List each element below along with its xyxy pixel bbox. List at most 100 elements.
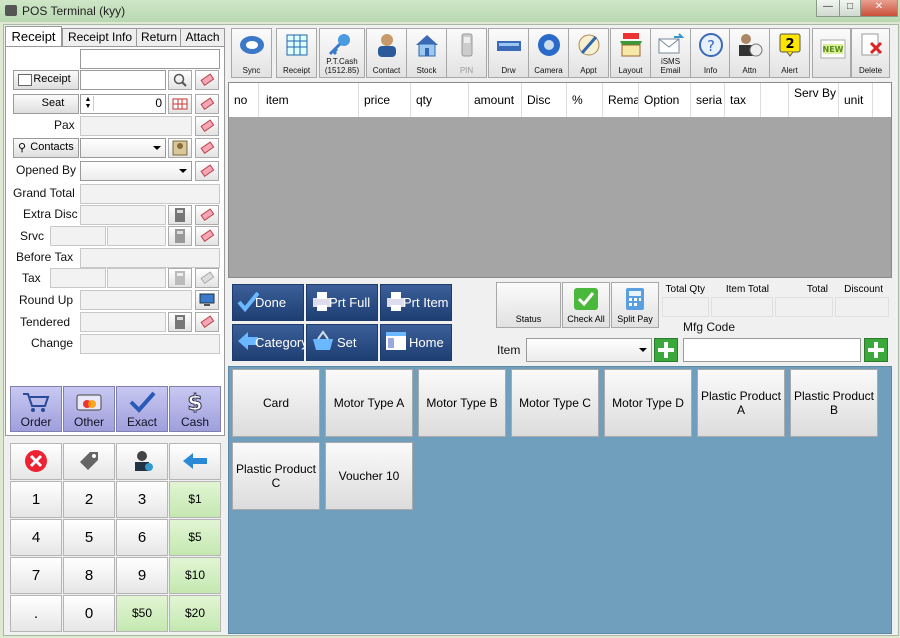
column-header-tax[interactable]: tax xyxy=(725,83,761,117)
calculator-icon[interactable] xyxy=(168,226,192,246)
product-plastic-product-b[interactable]: Plastic Product B xyxy=(790,369,878,437)
order-button[interactable]: Order xyxy=(10,386,62,432)
new-button[interactable]: NEW xyxy=(812,28,851,78)
product-voucher-10[interactable]: Voucher 10 xyxy=(325,442,413,510)
column-header-remark[interactable]: Rema xyxy=(603,83,639,117)
tab-receipt[interactable]: Receipt xyxy=(5,26,62,47)
key-5-dollar[interactable]: $5 xyxy=(169,519,221,556)
product-plastic-product-c[interactable]: Plastic Product C xyxy=(232,442,320,510)
eraser-icon[interactable] xyxy=(195,205,219,225)
add-mfg-code-plus-icon[interactable] xyxy=(864,338,888,362)
product-motor-type-d[interactable]: Motor Type D xyxy=(604,369,692,437)
column-header-option[interactable]: Option xyxy=(639,83,691,117)
pax-field[interactable] xyxy=(80,116,192,136)
alert-button[interactable]: 2 Alert xyxy=(769,28,810,78)
calculator-icon[interactable] xyxy=(168,312,192,332)
key-9[interactable]: 9 xyxy=(116,557,168,594)
receipt-number-field[interactable] xyxy=(80,70,166,90)
column-header-unit[interactable]: unit xyxy=(839,83,873,117)
key-10-dollar[interactable]: $10 xyxy=(169,557,221,594)
contact-toolbar-button[interactable]: Contact xyxy=(366,28,407,78)
product-motor-type-b[interactable]: Motor Type B xyxy=(418,369,506,437)
key-50-dollar[interactable]: $50 xyxy=(116,595,168,632)
column-header-qty[interactable]: qty xyxy=(411,83,469,117)
seat-stepper[interactable]: ▲ ▼ 0 xyxy=(80,94,166,114)
stepper-arrows-icon[interactable]: ▲ ▼ xyxy=(83,96,94,111)
info-button[interactable]: ? Info xyxy=(690,28,731,78)
isms-email-button[interactable]: iSMS Email xyxy=(650,28,691,78)
eraser-icon[interactable] xyxy=(195,116,219,136)
column-header-item[interactable]: item xyxy=(261,83,359,117)
receipt-button[interactable]: Receipt xyxy=(13,70,79,90)
opened-by-dropdown[interactable] xyxy=(80,161,192,181)
exact-button[interactable]: Exact xyxy=(116,386,168,432)
status-button[interactable]: Status xyxy=(496,282,561,328)
product-card[interactable]: Card xyxy=(232,369,320,437)
key-2[interactable]: 2 xyxy=(63,481,115,518)
key-decimal[interactable]: . xyxy=(10,595,62,632)
column-header-percent[interactable]: % xyxy=(567,83,603,117)
tab-receipt-info[interactable]: Receipt Info xyxy=(62,28,138,47)
item-dropdown[interactable] xyxy=(526,338,652,362)
eraser-icon[interactable] xyxy=(195,312,219,332)
extra-disc-field[interactable] xyxy=(80,205,166,225)
monitor-icon[interactable] xyxy=(195,290,219,310)
maximize-button[interactable]: □ xyxy=(839,0,861,17)
key-0[interactable]: 0 xyxy=(63,595,115,632)
appointment-button[interactable]: Appt xyxy=(568,28,609,78)
search-icon[interactable] xyxy=(168,70,192,90)
layout-button[interactable]: Layout xyxy=(610,28,651,78)
cashier-key[interactable] xyxy=(116,443,168,480)
product-motor-type-a[interactable]: Motor Type A xyxy=(325,369,413,437)
product-motor-type-c[interactable]: Motor Type C xyxy=(511,369,599,437)
eraser-icon[interactable] xyxy=(195,161,219,181)
print-item-button[interactable]: Prt Item xyxy=(380,284,452,321)
home-button[interactable]: Home xyxy=(380,324,452,361)
key-5[interactable]: 5 xyxy=(63,519,115,556)
other-payment-button[interactable]: Other xyxy=(63,386,115,432)
key-3[interactable]: 3 xyxy=(116,481,168,518)
print-full-button[interactable]: Prt Full xyxy=(306,284,378,321)
attendance-button[interactable]: Attn xyxy=(729,28,770,78)
column-header-disc[interactable]: Disc xyxy=(522,83,567,117)
set-button[interactable]: Set xyxy=(306,324,378,361)
receipt-top-field[interactable] xyxy=(80,49,220,69)
receipt-items-grid[interactable]: no item price qty amount Disc % Rema Opt… xyxy=(228,82,892,278)
cash-button[interactable]: $ Cash xyxy=(169,386,221,432)
split-pay-button[interactable]: Split Pay xyxy=(611,282,659,328)
pt-cash-button[interactable]: P.T.Cash (1512.85) xyxy=(319,28,365,78)
eraser-icon[interactable] xyxy=(195,94,219,114)
price-tag-key[interactable] xyxy=(63,443,115,480)
srvc-amount-field[interactable] xyxy=(107,226,166,246)
minimize-button[interactable]: — xyxy=(816,0,840,17)
column-header-serial[interactable]: seria xyxy=(691,83,725,117)
column-header-blank[interactable] xyxy=(761,83,789,117)
stock-button[interactable]: Stock xyxy=(406,28,447,78)
column-header-no[interactable]: no xyxy=(229,83,259,117)
column-header-amount[interactable]: amount xyxy=(469,83,522,117)
camera-button[interactable]: Camera xyxy=(528,28,569,78)
mfg-code-input[interactable] xyxy=(683,338,861,362)
eraser-icon[interactable] xyxy=(195,138,219,158)
tab-return[interactable]: Return xyxy=(136,28,182,47)
check-all-button[interactable]: Check All xyxy=(562,282,610,328)
close-button[interactable]: ✕ xyxy=(860,0,898,17)
product-plastic-product-a[interactable]: Plastic Product A xyxy=(697,369,785,437)
srvc-percent-field[interactable] xyxy=(50,226,106,246)
tab-attach[interactable]: Attach xyxy=(180,28,225,47)
key-20-dollar[interactable]: $20 xyxy=(169,595,221,632)
contacts-dropdown[interactable] xyxy=(80,138,166,158)
cancel-key[interactable] xyxy=(10,443,62,480)
column-header-serv-by[interactable]: Serv By xyxy=(789,83,839,117)
key-4[interactable]: 4 xyxy=(10,519,62,556)
eraser-icon[interactable] xyxy=(195,70,219,90)
key-7[interactable]: 7 xyxy=(10,557,62,594)
add-item-plus-icon[interactable] xyxy=(654,338,678,362)
sync-button[interactable]: Sync xyxy=(231,28,272,78)
eraser-icon[interactable] xyxy=(195,226,219,246)
seat-button[interactable]: Seat xyxy=(13,94,79,114)
contact-card-icon[interactable] xyxy=(168,138,192,158)
tendered-field[interactable] xyxy=(80,312,166,332)
key-8[interactable]: 8 xyxy=(63,557,115,594)
key-1[interactable]: 1 xyxy=(10,481,62,518)
